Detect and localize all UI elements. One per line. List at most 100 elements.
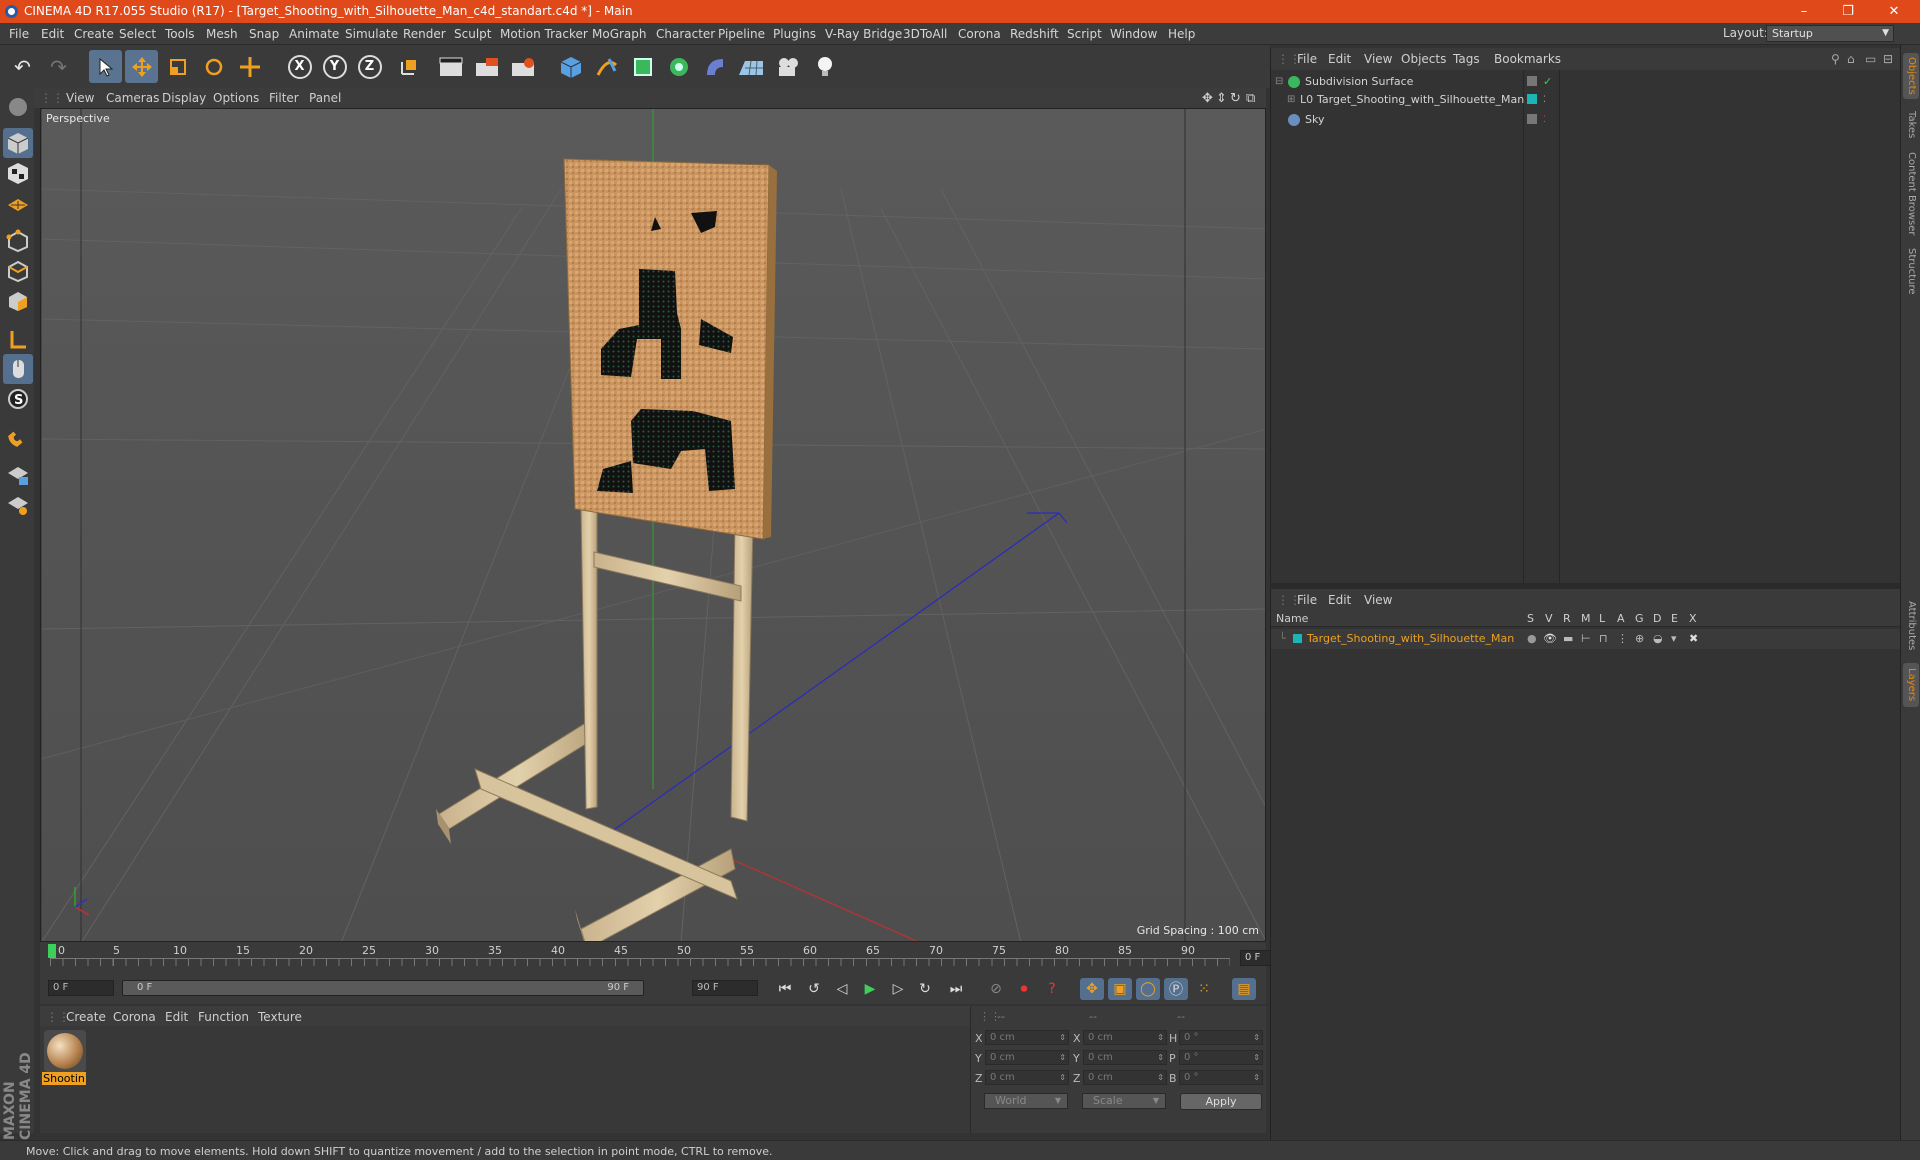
previous-key-button[interactable]: ↺: [802, 978, 826, 1000]
play-button[interactable]: ▶: [858, 978, 882, 1000]
cube-button[interactable]: [554, 50, 587, 83]
planar-workplane-button[interactable]: [3, 490, 33, 520]
timeline-window-button[interactable]: ▤: [1232, 978, 1256, 1000]
material-menu-texture[interactable]: Texture: [258, 1010, 302, 1024]
new-window-icon[interactable]: ▭: [1865, 52, 1876, 66]
z-axis-button[interactable]: Z: [353, 50, 386, 83]
viewport-rotate-icon[interactable]: ↻: [1230, 91, 1241, 106]
undo-button[interactable]: ↶: [6, 50, 39, 83]
menu-create[interactable]: Create: [74, 27, 114, 41]
lock-workplane-button[interactable]: [3, 460, 33, 490]
menu-character[interactable]: Character: [656, 27, 715, 41]
solo-button[interactable]: S: [3, 384, 33, 414]
menu-mograph[interactable]: MoGraph: [592, 27, 647, 41]
menu-redshift[interactable]: Redshift: [1010, 27, 1059, 41]
viewport-menu-options[interactable]: Options: [213, 91, 259, 105]
light-button[interactable]: [808, 50, 841, 83]
make-editable-button[interactable]: [3, 92, 33, 122]
animation-icon[interactable]: ⋮: [1617, 629, 1628, 649]
autokeying-button[interactable]: ?: [1040, 978, 1064, 1000]
polygons-mode-button[interactable]: [3, 286, 33, 316]
menu-script[interactable]: Script: [1067, 27, 1102, 41]
key-scale-button[interactable]: ▣: [1108, 978, 1132, 1000]
tab-layers[interactable]: Layers: [1903, 663, 1919, 707]
layer-color-icon[interactable]: [1293, 634, 1302, 643]
record-active-objects-button[interactable]: ⏺: [1012, 978, 1036, 1000]
scale-tool-button[interactable]: [161, 50, 194, 83]
objects-menu-file[interactable]: File: [1297, 52, 1317, 66]
size-y-field[interactable]: 0 cm ⇕: [1083, 1050, 1167, 1065]
material-thumbnail[interactable]: [44, 1030, 86, 1072]
viewport-menu-filter[interactable]: Filter: [269, 91, 299, 105]
objects-menu-view[interactable]: View: [1364, 52, 1392, 66]
menu-select[interactable]: Select: [119, 27, 156, 41]
enable-axis-button[interactable]: [3, 324, 33, 354]
rot-b-field[interactable]: 0 ° ⇕: [1179, 1070, 1263, 1085]
render-icon[interactable]: ▬: [1563, 629, 1573, 649]
layers-menu-edit[interactable]: Edit: [1328, 593, 1351, 607]
menu-mesh[interactable]: Mesh: [206, 27, 238, 41]
key-pla-button[interactable]: ⁙: [1192, 978, 1216, 1000]
restore-button[interactable]: ❐: [1826, 0, 1870, 23]
visibility-dots-icon[interactable]: ⁚: [1543, 90, 1546, 110]
render-settings-button[interactable]: [506, 50, 539, 83]
collapse-icon[interactable]: ⊟: [1883, 52, 1893, 66]
menu-corona[interactable]: Corona: [958, 27, 1001, 41]
viewport-move-icon[interactable]: ✥: [1202, 91, 1213, 106]
edges-mode-button[interactable]: [3, 256, 33, 286]
menu-vray-bridge[interactable]: V-Ray Bridge: [825, 27, 902, 41]
close-button[interactable]: ✕: [1872, 0, 1916, 23]
objects-menu-tags[interactable]: Tags: [1453, 52, 1480, 66]
key-rotation-button[interactable]: ◯: [1136, 978, 1160, 1000]
start-frame-field[interactable]: 0 F: [48, 980, 114, 996]
end-frame-field[interactable]: 90 F: [692, 980, 758, 996]
objects-menu-objects[interactable]: Objects: [1401, 52, 1446, 66]
visibility-dots-icon[interactable]: ⁚: [1543, 110, 1546, 130]
menu-tools[interactable]: Tools: [165, 27, 195, 41]
menu-motion-tracker[interactable]: Motion Tracker: [500, 27, 588, 41]
home-icon[interactable]: ⌂: [1847, 52, 1855, 66]
menu-pipeline[interactable]: Pipeline: [718, 27, 765, 41]
menu-sculpt[interactable]: Sculpt: [454, 27, 491, 41]
material-menu-create[interactable]: Create: [66, 1010, 106, 1024]
menu-animate[interactable]: Animate: [289, 27, 339, 41]
object-row[interactable]: ⊞ L0 Target_Shooting_with_Silhouette_Man…: [1271, 90, 1901, 110]
move-tool-button[interactable]: [125, 50, 158, 83]
material-name[interactable]: Shootin: [42, 1072, 86, 1085]
playhead-marker[interactable]: [48, 944, 56, 958]
record-keys-disabled-icon[interactable]: ⊘: [984, 978, 1008, 1000]
tab-content-browser[interactable]: Content Browser: [1903, 149, 1919, 239]
expand-tree-icon[interactable]: ⊞: [1287, 90, 1295, 110]
points-mode-button[interactable]: [3, 226, 33, 256]
menu-help[interactable]: Help: [1168, 27, 1195, 41]
x-axis-button[interactable]: X: [283, 50, 316, 83]
material-menu-edit[interactable]: Edit: [165, 1010, 188, 1024]
deformer-icon[interactable]: ◒: [1653, 629, 1663, 649]
pos-z-field[interactable]: 0 cm ⇕: [985, 1070, 1069, 1085]
material-menu-function[interactable]: Function: [198, 1010, 249, 1024]
pen-spline-button[interactable]: [590, 50, 623, 83]
xref-icon[interactable]: ✖: [1689, 629, 1698, 649]
lock-icon[interactable]: ⊓: [1599, 629, 1608, 649]
manager-icon[interactable]: ⊢: [1581, 629, 1591, 649]
menu-window[interactable]: Window: [1110, 27, 1157, 41]
model-mode-button[interactable]: [3, 128, 33, 158]
viewport-menu-cameras[interactable]: Cameras: [106, 91, 159, 105]
frame-range-slider[interactable]: 0 F 90 F: [122, 980, 644, 996]
workplane-mode-button[interactable]: [3, 188, 33, 218]
viewport-menu-view[interactable]: View: [66, 91, 94, 105]
menu-plugins[interactable]: Plugins: [773, 27, 816, 41]
previous-frame-button[interactable]: ◁: [830, 978, 854, 1000]
apply-button[interactable]: Apply: [1180, 1093, 1262, 1110]
solo-dot-icon[interactable]: ●: [1527, 629, 1537, 649]
floor-button[interactable]: [734, 50, 767, 83]
key-parameter-button[interactable]: Ⓟ: [1164, 978, 1188, 1000]
tab-structure[interactable]: Structure: [1903, 243, 1919, 299]
y-axis-button[interactable]: Y: [318, 50, 351, 83]
object-row[interactable]: ⊟ Subdivision Surface ✓: [1271, 72, 1901, 92]
tab-objects[interactable]: Objects: [1903, 53, 1919, 99]
snap-button[interactable]: [3, 422, 33, 452]
size-z-field[interactable]: 0 cm ⇕: [1083, 1070, 1167, 1085]
go-to-end-button[interactable]: ⏭: [944, 978, 968, 1000]
generator-icon[interactable]: ⊕: [1635, 629, 1644, 649]
